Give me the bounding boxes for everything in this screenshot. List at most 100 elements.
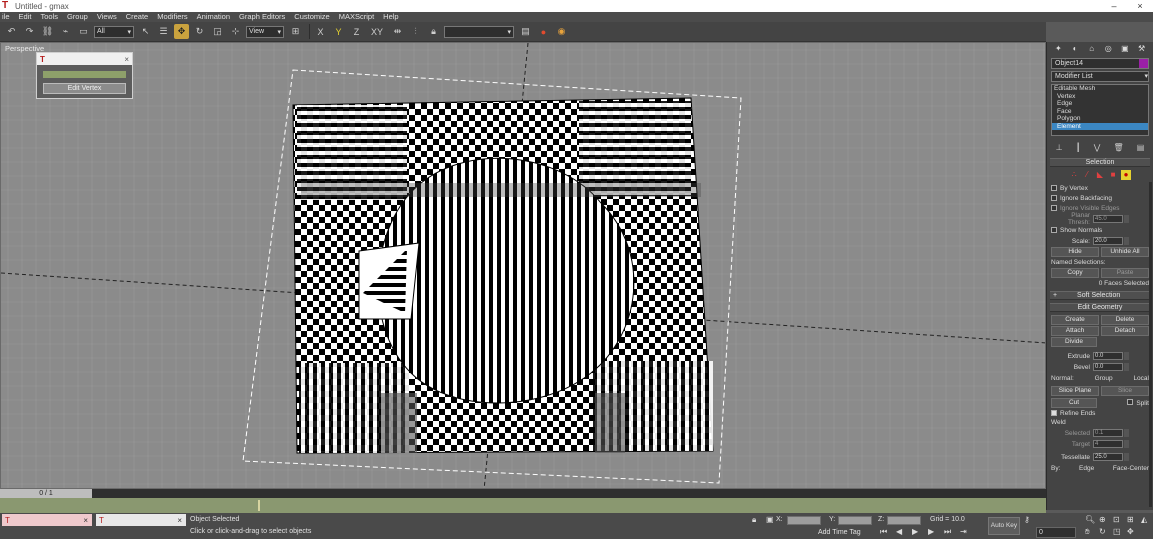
add-time-tag[interactable]: Add Time Tag (818, 529, 861, 536)
split-option[interactable]: Split (1127, 399, 1149, 407)
remove-modifier-icon[interactable]: 🗑︎ (1113, 143, 1123, 152)
planar-thresh-spinner[interactable]: Planar Thresh: 45.0 (1051, 212, 1149, 226)
paste-button[interactable]: Paste (1101, 268, 1149, 278)
stack-item-polygon[interactable]: Polygon (1052, 115, 1148, 123)
track-bar[interactable] (0, 498, 1046, 513)
hide-button[interactable]: Hide (1051, 247, 1099, 257)
ignore-backfacing-option[interactable]: Ignore Backfacing (1051, 193, 1149, 203)
polygon-level-icon[interactable]: ■ (1108, 170, 1118, 180)
play-icon[interactable]: ▶ (912, 527, 918, 536)
vertex-level-icon[interactable]: ∴ (1069, 170, 1079, 180)
restrict-y-button[interactable]: Y (331, 24, 346, 39)
spinner-arrows-icon[interactable] (1124, 429, 1129, 437)
extrude-value[interactable]: 0.0 (1093, 352, 1123, 360)
select-by-name-icon[interactable]: ☰ (156, 24, 171, 39)
weld-selected-value[interactable]: 0.1 (1093, 429, 1123, 437)
named-selection-dropdown[interactable]: ▾ (444, 25, 514, 38)
zoom-all-icon[interactable]: ⊕ (1099, 515, 1106, 524)
menu-group[interactable]: Group (67, 12, 88, 22)
edit-vertex-button[interactable]: Edit Vertex (43, 83, 126, 94)
slice-plane-button[interactable]: Slice Plane (1051, 386, 1099, 396)
zoom-extents-all-icon[interactable]: ⊞ (1127, 515, 1134, 524)
configure-sets-icon[interactable]: ▤ (1137, 143, 1145, 152)
face-level-icon[interactable]: ◣ (1095, 170, 1105, 180)
spinner-arrows-icon[interactable] (1124, 237, 1129, 245)
pin-stack-icon[interactable]: ⊥ (1056, 143, 1063, 152)
next-frame-icon[interactable]: ▶ (928, 527, 934, 536)
field-of-view-icon[interactable]: ◭ (1141, 515, 1147, 524)
extrude-spinner[interactable]: Extrude 0.0 (1051, 351, 1149, 361)
slice-button[interactable]: Slice (1101, 386, 1149, 396)
modify-tab-icon[interactable]: ◐ (1070, 44, 1080, 54)
minimized-window-1[interactable]: T × (2, 514, 92, 526)
spinner-arrows-icon[interactable] (1124, 453, 1129, 461)
soft-selection-rollout-header[interactable]: + Soft Selection (1050, 291, 1150, 300)
min-max-toggle-icon[interactable]: ◳ (1113, 527, 1121, 536)
show-normals-option[interactable]: Show Normals (1051, 225, 1149, 235)
unhide-all-button[interactable]: Unhide All (1101, 247, 1149, 257)
menu-graph-editors[interactable]: Graph Editors (239, 12, 285, 22)
menu-help[interactable]: Help (383, 12, 398, 22)
perspective-viewport[interactable]: Perspective (0, 42, 1046, 489)
select-move-icon[interactable]: ✥ (174, 24, 189, 39)
minimize-button[interactable]: – (1101, 0, 1127, 12)
bevel-spinner[interactable]: Bevel 0.0 (1051, 362, 1149, 372)
stack-item-element[interactable]: Element (1052, 122, 1148, 130)
time-slider[interactable]: 0 / 1 (0, 489, 1046, 498)
stack-item-vertex[interactable]: Vertex (1052, 93, 1148, 101)
menu-file[interactable]: ile (2, 12, 10, 22)
mirror-icon[interactable]: ⇹ (390, 24, 405, 39)
by-vertex-option[interactable]: By Vertex (1051, 183, 1149, 193)
select-object-icon[interactable]: ↖ (138, 24, 153, 39)
undo-icon[interactable]: ↶ (4, 24, 19, 39)
make-unique-icon[interactable]: ⋁ (1094, 143, 1101, 152)
checkbox[interactable] (1051, 185, 1057, 191)
absolute-mode-icon[interactable]: ▣ (766, 515, 774, 524)
layer-icon[interactable]: ▤ (518, 24, 533, 39)
time-slider-track[interactable] (92, 489, 1046, 498)
go-to-start-icon[interactable]: ⏮ (880, 527, 887, 537)
tessellate-value[interactable]: 25.0 (1093, 453, 1123, 461)
pan-icon[interactable]: ✋︎ (1085, 527, 1090, 537)
scale-spinner[interactable]: Scale: 20.0 (1051, 236, 1149, 246)
spinner-arrows-icon[interactable] (1124, 215, 1129, 223)
select-region-icon[interactable]: ▭ (76, 24, 91, 39)
element-level-icon[interactable]: ● (1121, 170, 1131, 180)
stack-item-edge[interactable]: Edge (1052, 100, 1148, 108)
motion-tab-icon[interactable]: ◎ (1103, 44, 1113, 54)
tessellate-spinner[interactable]: Tessellate 25.0 (1051, 452, 1149, 462)
spinner-arrows-icon[interactable] (1124, 363, 1129, 371)
show-end-result-icon[interactable]: ┃ (1076, 143, 1081, 152)
zoom-icon[interactable]: 🔍︎ (1085, 515, 1095, 524)
dialog-close-button[interactable]: × (124, 55, 129, 64)
menu-edit[interactable]: Edit (19, 12, 32, 22)
z-coord-field[interactable] (887, 516, 921, 525)
create-tab-icon[interactable]: ✦ (1053, 44, 1063, 54)
unlink-icon[interactable]: ⌁ (58, 24, 73, 39)
stack-item-face[interactable]: Face (1052, 108, 1148, 116)
align-icon[interactable]: ⫶ (408, 24, 423, 39)
restrict-z-button[interactable]: Z (349, 24, 364, 39)
edit-geometry-rollout-header[interactable]: Edit Geometry (1050, 303, 1150, 312)
refine-ends-option[interactable]: Refine Ends (1051, 408, 1149, 418)
menu-tools[interactable]: Tools (40, 12, 58, 22)
zoom-extents-icon[interactable]: ⊡ (1113, 515, 1120, 524)
by-face-center-radio[interactable]: Face-Center (1113, 465, 1149, 472)
minimized-window-2-close[interactable]: × (177, 516, 182, 525)
detach-button[interactable]: Detach (1101, 326, 1149, 336)
stack-item-editable-mesh[interactable]: Editable Mesh (1052, 85, 1148, 93)
utilities-tab-icon[interactable]: ⚒ (1137, 44, 1147, 54)
edge-level-icon[interactable]: ⁄ (1082, 170, 1092, 180)
hierarchy-tab-icon[interactable]: ⌂ (1087, 44, 1097, 54)
use-pivot-center-icon[interactable]: ⊞ (288, 24, 303, 39)
key-mode-icon[interactable]: ⇥ (960, 527, 967, 536)
close-button[interactable]: × (1127, 0, 1153, 12)
material-editor-icon[interactable]: ● (536, 24, 551, 39)
walk-through-icon[interactable]: ✥ (1127, 527, 1134, 536)
go-to-end-icon[interactable]: ⏭ (944, 527, 951, 537)
link-icon[interactable]: ⛓ (40, 24, 55, 39)
pivot-icon[interactable]: ⊹ (228, 24, 243, 39)
modifier-list-dropdown[interactable]: Modifier List ▾ (1051, 71, 1149, 82)
menu-create[interactable]: Create (126, 12, 149, 22)
by-edge-radio[interactable]: Edge (1079, 465, 1094, 472)
